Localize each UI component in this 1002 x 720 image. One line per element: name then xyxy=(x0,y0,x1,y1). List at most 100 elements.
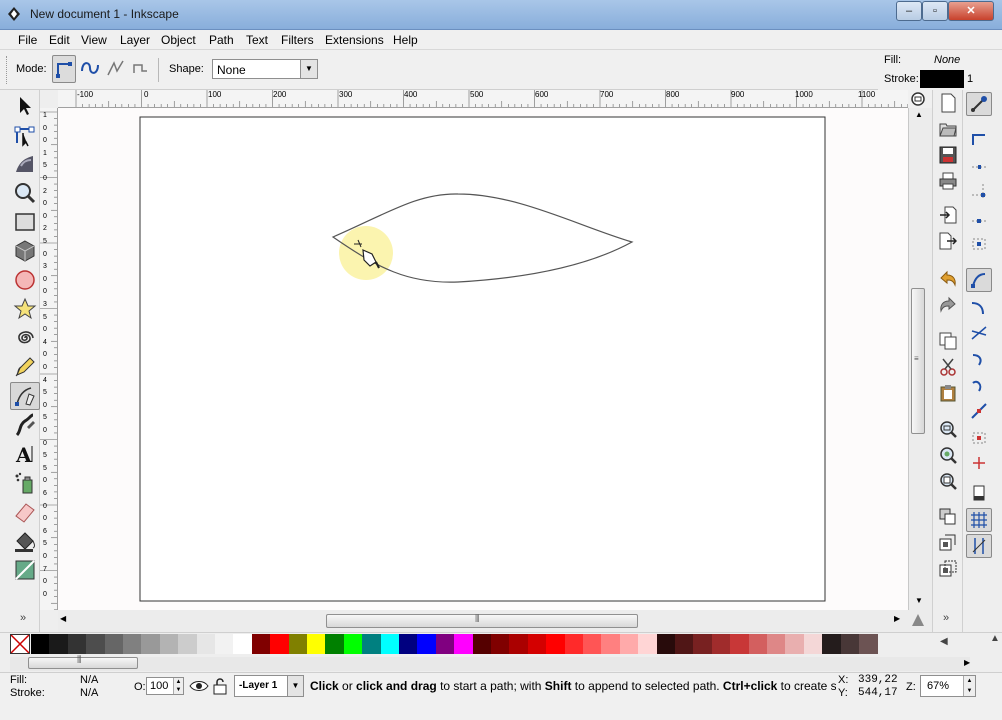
color-swatch[interactable] xyxy=(417,634,437,654)
snap-toggle-button[interactable] xyxy=(966,92,992,116)
spray-tool[interactable] xyxy=(10,469,40,497)
layer-lock-toggle[interactable] xyxy=(212,677,230,697)
zigzag-mode-button[interactable] xyxy=(104,55,128,83)
snap-guides-button[interactable] xyxy=(966,534,992,558)
color-swatch[interactable] xyxy=(693,634,713,654)
color-swatch[interactable] xyxy=(491,634,510,654)
layer-visibility-toggle[interactable] xyxy=(189,677,209,697)
color-swatch[interactable] xyxy=(564,634,584,654)
paste-button[interactable] xyxy=(937,382,959,404)
menu-path[interactable]: Path xyxy=(209,33,234,47)
color-swatch[interactable] xyxy=(730,634,750,654)
color-swatch[interactable] xyxy=(288,634,308,654)
calligraphy-tool[interactable] xyxy=(10,411,40,439)
horizontal-ruler[interactable]: -100 0 100 200 300 400 500 600 700 800 9… xyxy=(58,90,908,108)
horizontal-scrollbar[interactable]: ◀ ⦀ ▶ xyxy=(58,610,908,632)
color-swatch[interactable] xyxy=(215,634,234,654)
paint-bucket-tool[interactable] xyxy=(10,527,40,555)
color-swatch[interactable] xyxy=(583,634,602,654)
node-tool[interactable] xyxy=(10,121,40,149)
vertical-ruler[interactable]: 1 0 0 1 5 0 2 0 0 2 5 0 3 0 0 3 5 0 4 0 0 4 5 0 5 0 0 5 5 0 6 0 0 6 5 0 7 0 0 xyxy=(40,108,58,610)
snap-bbox-corner-button[interactable] xyxy=(966,180,992,202)
menu-extensions[interactable]: Extensions xyxy=(325,33,384,47)
print-button[interactable] xyxy=(937,170,959,192)
selector-tool[interactable] xyxy=(10,92,40,120)
color-swatch[interactable] xyxy=(67,634,87,654)
status-fill-value[interactable]: N/A xyxy=(80,674,98,686)
color-swatch[interactable] xyxy=(196,634,216,654)
eraser-tool[interactable] xyxy=(10,498,40,526)
color-swatch[interactable] xyxy=(767,634,786,654)
spiral-tool[interactable] xyxy=(10,324,40,352)
close-button[interactable]: ✕ xyxy=(948,1,994,21)
snap-bbox-button[interactable] xyxy=(966,128,992,150)
color-swatch[interactable] xyxy=(840,634,860,654)
zoom-spinbox[interactable]: 67% ▲ ▼ xyxy=(920,675,976,697)
color-swatch[interactable] xyxy=(619,634,639,654)
menu-object[interactable]: Object xyxy=(161,33,196,47)
scroll-right-arrow-icon[interactable]: ▶ xyxy=(894,614,900,623)
zoom-corner[interactable] xyxy=(908,90,932,108)
horizontal-scroll-thumb[interactable]: ⦀ xyxy=(326,614,638,628)
chevron-down-icon[interactable]: ▼ xyxy=(287,676,303,696)
ellipse-tool[interactable] xyxy=(10,266,40,294)
snap-bbox-center-button[interactable] xyxy=(966,232,992,254)
spin-arrows-icon[interactable]: ▲ ▼ xyxy=(963,676,975,696)
color-swatch[interactable] xyxy=(380,634,400,654)
zoom-tool[interactable] xyxy=(10,179,40,207)
snap-page-border-button[interactable] xyxy=(966,482,992,504)
color-swatch[interactable] xyxy=(362,634,382,654)
color-swatch[interactable] xyxy=(675,634,694,654)
cms-toggle-icon[interactable] xyxy=(908,610,928,630)
color-swatch[interactable] xyxy=(472,634,492,654)
bezier-tool[interactable] xyxy=(10,382,40,410)
color-swatch[interactable] xyxy=(509,634,529,654)
opacity-spinbox[interactable]: 100 ▲ ▼ xyxy=(146,677,184,695)
zoom-page-button[interactable] xyxy=(937,470,959,492)
menu-view[interactable]: View xyxy=(81,33,107,47)
no-paint-swatch[interactable] xyxy=(10,634,30,654)
color-swatch[interactable] xyxy=(307,634,326,654)
color-swatch[interactable] xyxy=(141,634,161,654)
maximize-button[interactable]: ▫ xyxy=(922,1,948,21)
menu-text[interactable]: Text xyxy=(246,33,268,47)
color-swatch[interactable] xyxy=(638,634,658,654)
scroll-left-arrow-icon[interactable]: ◀ xyxy=(60,614,66,623)
copy-button[interactable] xyxy=(937,330,959,352)
palette-scroll-icon[interactable]: ▲ xyxy=(990,633,1000,644)
palette-scroll-thumb[interactable]: ⦀ xyxy=(28,655,138,669)
menu-filters[interactable]: Filters xyxy=(281,33,314,47)
drawing-canvas[interactable] xyxy=(58,108,908,610)
color-swatch[interactable] xyxy=(527,634,547,654)
color-swatch[interactable] xyxy=(399,634,418,654)
export-button[interactable] xyxy=(937,230,959,252)
save-button[interactable] xyxy=(937,144,959,166)
vertical-scrollbar[interactable]: ▲ ≡ ▼ xyxy=(908,108,932,610)
color-swatch[interactable] xyxy=(343,634,363,654)
commands-overflow-button[interactable]: » xyxy=(943,612,949,624)
chevron-down-icon[interactable]: ▼ xyxy=(300,60,317,78)
snap-object-midpoints-button[interactable] xyxy=(966,426,992,448)
snap-cusp-nodes-button[interactable] xyxy=(966,348,992,370)
color-swatch[interactable] xyxy=(454,634,474,654)
color-swatch[interactable] xyxy=(178,634,198,654)
snap-line-midpoints-button[interactable] xyxy=(966,400,992,422)
color-swatch[interactable] xyxy=(711,634,731,654)
open-button[interactable] xyxy=(937,118,959,140)
color-swatch[interactable] xyxy=(435,634,455,654)
color-swatch[interactable] xyxy=(859,634,878,654)
snap-paths-button[interactable] xyxy=(966,296,992,318)
duplicate-button[interactable] xyxy=(937,506,959,528)
text-tool[interactable]: A xyxy=(10,440,40,468)
menu-layer[interactable]: Layer xyxy=(120,33,150,47)
scroll-down-arrow-icon[interactable]: ▼ xyxy=(915,596,923,605)
box3d-tool[interactable] xyxy=(10,237,40,265)
stroke-width-value[interactable]: 1 xyxy=(967,73,973,85)
minimize-button[interactable]: – xyxy=(896,1,922,21)
color-swatch[interactable] xyxy=(601,634,621,654)
clone-button[interactable] xyxy=(937,532,959,554)
snap-bbox-edge-button[interactable] xyxy=(966,154,992,176)
color-swatch[interactable] xyxy=(233,634,253,654)
color-swatch[interactable] xyxy=(31,634,50,654)
tweak-tool[interactable] xyxy=(10,150,40,178)
